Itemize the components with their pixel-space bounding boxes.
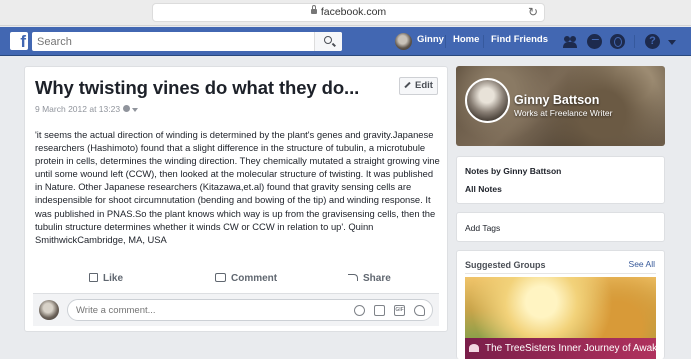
address-bar[interactable]: facebook.com ↻	[152, 3, 545, 22]
nav-profile-link[interactable]: Ginny	[417, 34, 444, 45]
nav-divider	[445, 35, 446, 48]
user-avatar[interactable]	[395, 33, 412, 50]
profile-avatar[interactable]	[465, 78, 510, 123]
comment-icon	[215, 273, 226, 282]
comment-button[interactable]: Comment	[215, 273, 277, 284]
edit-button-label: Edit	[415, 80, 433, 91]
share-arrow-icon	[348, 274, 358, 281]
suggested-groups-box: Suggested Groups See All The TreeSisters…	[456, 250, 665, 359]
nav-divider	[483, 35, 484, 48]
browser-toolbar: facebook.com ↻	[0, 0, 691, 26]
search-box	[32, 32, 342, 52]
add-tags-link[interactable]: Add Tags	[465, 223, 500, 233]
see-all-link[interactable]: See All	[629, 259, 655, 269]
edit-button[interactable]: Edit	[399, 77, 438, 95]
audience-chevron-down-icon[interactable]	[132, 107, 139, 112]
search-input[interactable]	[32, 32, 312, 52]
like-label: Like	[103, 273, 124, 284]
notes-box: Notes by Ginny Battson All Notes	[456, 156, 665, 204]
group-caption[interactable]: The TreeSisters Inner Journey of Awake	[465, 338, 656, 359]
emoji-icon[interactable]	[354, 305, 365, 316]
note-date[interactable]: 9 March 2012 at 13:23	[35, 104, 120, 114]
share-label: Share	[363, 273, 391, 284]
pencil-icon	[404, 81, 411, 89]
thumbs-up-icon	[89, 273, 98, 282]
note-title: Why twisting vines do what they do...	[35, 77, 360, 98]
suggested-group-card[interactable]: The TreeSisters Inner Journey of Awake	[465, 277, 656, 359]
profile-cover-card[interactable]: Ginny Battson Works at Freelance Writer	[456, 66, 665, 146]
all-notes-link[interactable]: All Notes	[465, 184, 502, 194]
nav-find-friends-link[interactable]: Find Friends	[491, 34, 548, 45]
friend-requests-icon[interactable]	[563, 34, 578, 49]
comment-label: Comment	[231, 273, 278, 284]
notifications-icon[interactable]	[610, 34, 625, 49]
nav-divider	[634, 35, 635, 48]
comment-input[interactable]	[68, 300, 338, 321]
profile-name[interactable]: Ginny Battson	[514, 93, 599, 107]
profile-work: Works at Freelance Writer	[514, 108, 613, 118]
comment-composer: GIF	[33, 293, 439, 326]
facebook-logo-icon[interactable]: f	[10, 32, 28, 51]
note-card: Why twisting vines do what they do... Ed…	[24, 66, 448, 332]
reload-icon[interactable]: ↻	[528, 4, 538, 21]
note-body: 'it seems the actual direction of windin…	[35, 129, 440, 245]
share-button[interactable]: Share	[348, 273, 391, 284]
nav-home-link[interactable]: Home	[453, 34, 479, 45]
divider	[465, 273, 656, 274]
comment-input-box: GIF	[67, 299, 433, 321]
lock-icon	[310, 5, 317, 14]
messages-icon[interactable]	[587, 34, 602, 49]
lotus-icon	[469, 344, 479, 352]
group-name: The TreeSisters Inner Journey of Awake	[485, 343, 656, 354]
note-meta: 9 March 2012 at 13:23	[35, 104, 139, 114]
note-actions: Like Comment Share	[35, 270, 439, 290]
search-icon	[324, 36, 332, 44]
notes-by-link[interactable]: Notes by Ginny Battson	[465, 166, 561, 176]
audience-globe-icon[interactable]	[123, 105, 131, 113]
like-button[interactable]: Like	[89, 273, 123, 284]
gif-icon[interactable]: GIF	[394, 305, 405, 316]
help-icon[interactable]: ?	[645, 34, 660, 49]
address-bar-url: facebook.com	[320, 6, 387, 18]
commenter-avatar	[39, 300, 59, 320]
tags-box: Add Tags	[456, 212, 665, 242]
search-button[interactable]	[314, 32, 342, 51]
camera-icon[interactable]	[374, 305, 385, 316]
suggested-groups-heading: Suggested Groups	[465, 260, 546, 270]
sticker-icon[interactable]	[414, 305, 425, 316]
account-menu-chevron-down-icon[interactable]	[668, 40, 676, 45]
facebook-top-bar: f Ginny Home Find Friends ?	[0, 27, 691, 56]
